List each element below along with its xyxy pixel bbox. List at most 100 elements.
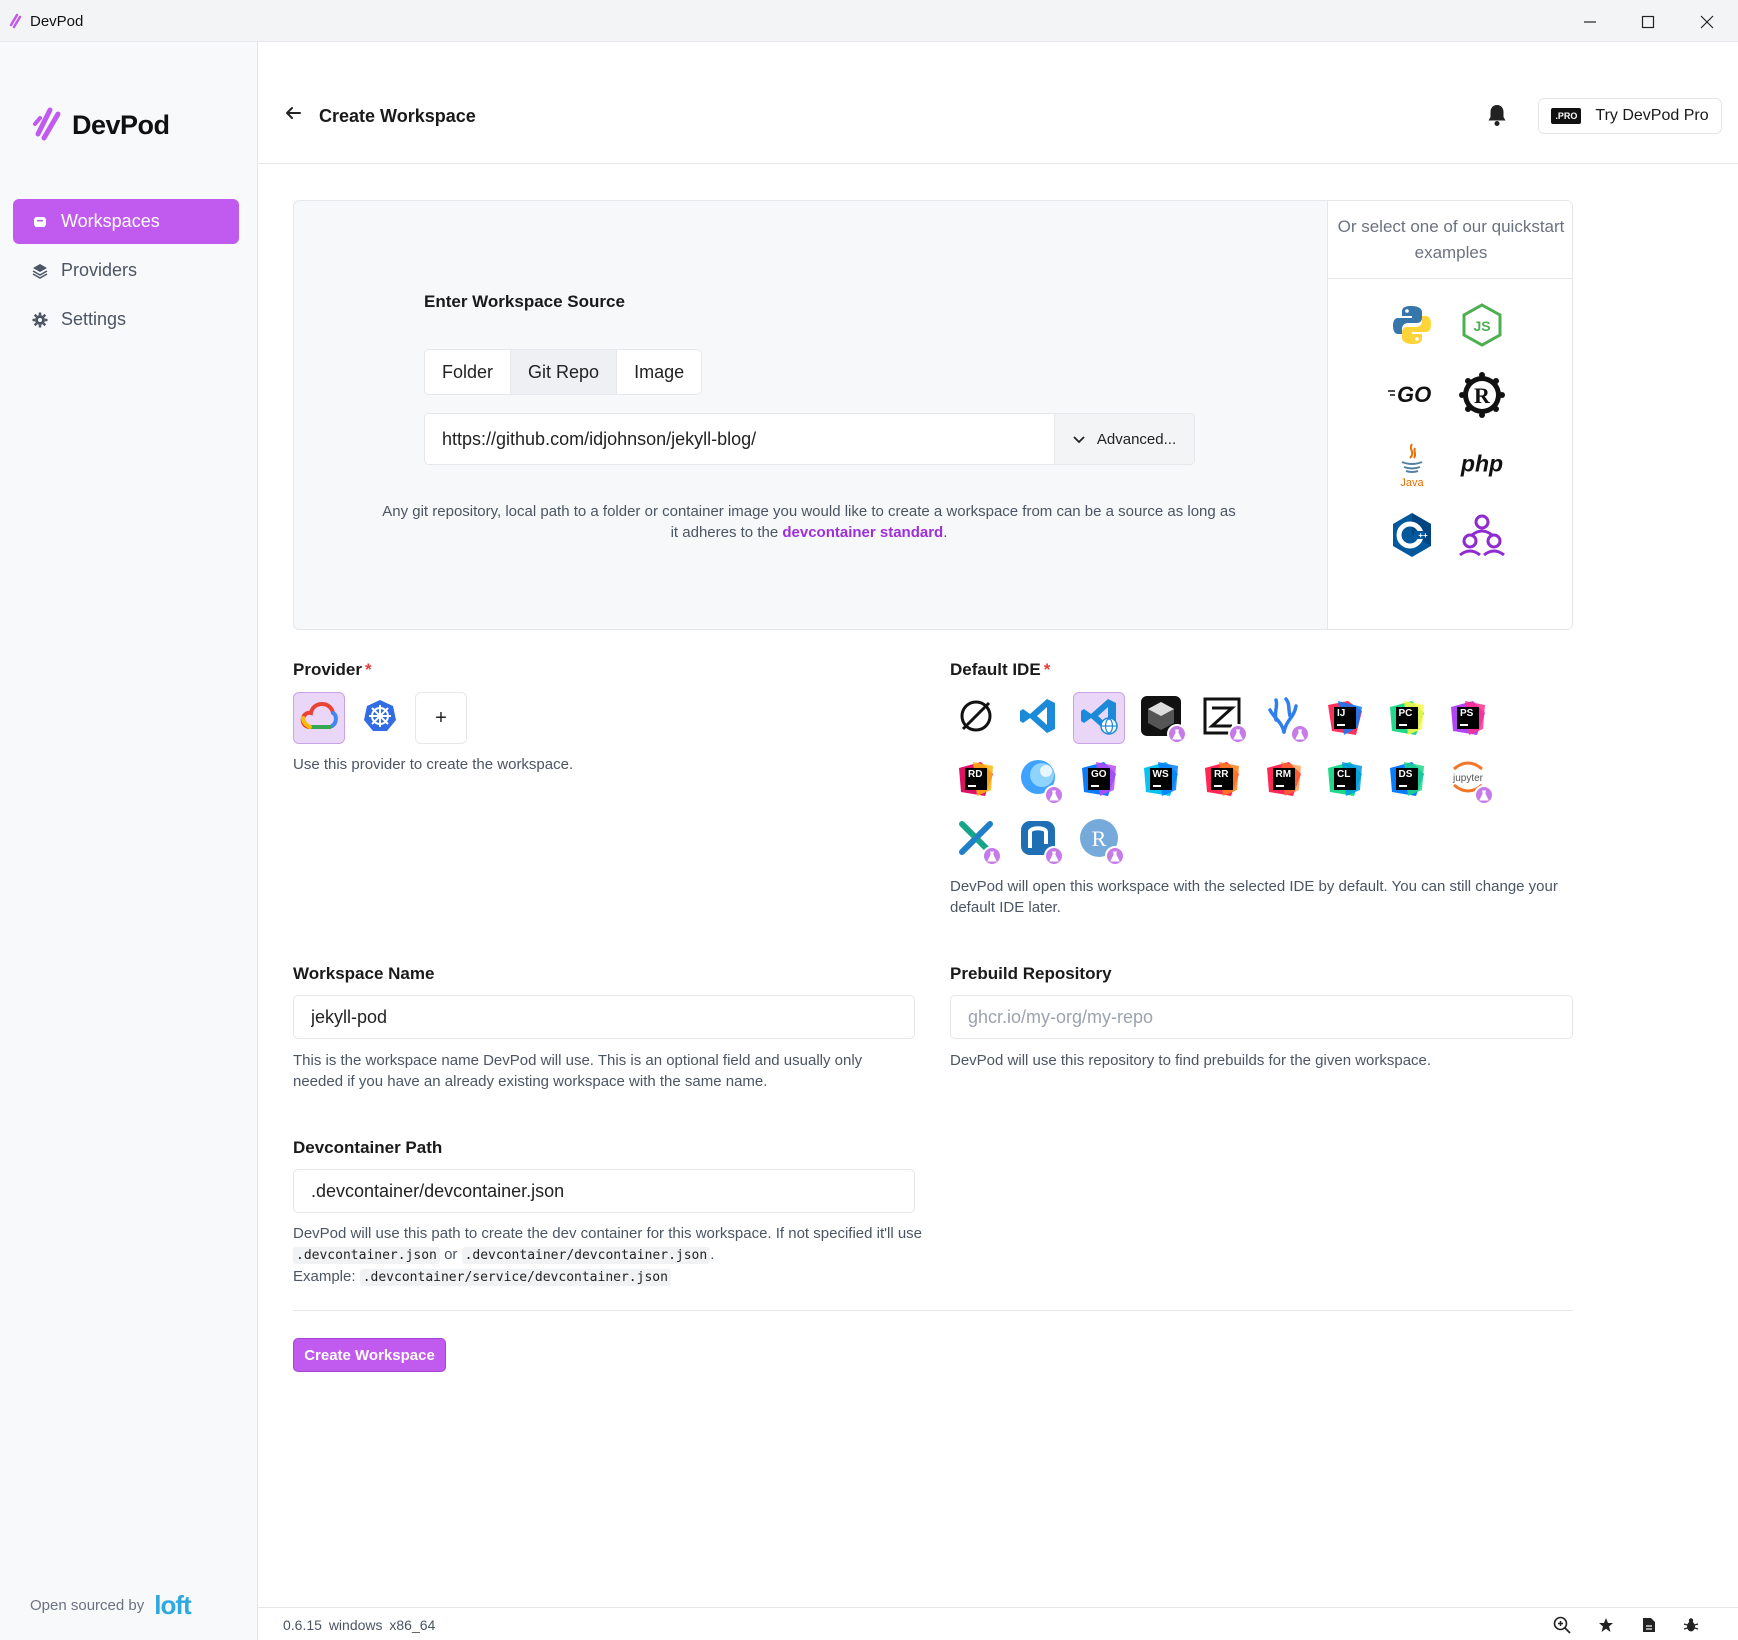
rubymine-abbr: RM [1272, 768, 1295, 790]
ide-codium[interactable] [1258, 692, 1310, 744]
go-icon[interactable]: GO [1388, 371, 1436, 419]
devcontainer-help-text: DevPod will use this path to create the … [293, 1225, 923, 1242]
try-devpod-pro-button[interactable]: .PRO Try DevPod Pro [1538, 98, 1722, 134]
source-help-text: Any git repository, local path to a fold… [379, 501, 1239, 543]
ide-rider[interactable]: RD [950, 753, 1002, 805]
tab-image[interactable]: Image [616, 350, 701, 394]
page-title: Create Workspace [319, 106, 476, 126]
rustrover-abbr: RR [1211, 768, 1233, 790]
tab-git-repo[interactable]: Git Repo [510, 350, 617, 394]
sidebar-item-providers[interactable]: Providers [13, 248, 239, 293]
tab-folder[interactable]: Folder [425, 350, 510, 394]
devcontainer-standard-link[interactable]: devcontainer standard [782, 524, 943, 541]
python-icon[interactable] [1388, 301, 1436, 349]
provider-kubernetes[interactable] [354, 692, 406, 744]
bug-icon[interactable] [1682, 1616, 1700, 1634]
ide-fleet[interactable] [1012, 753, 1064, 805]
open-sourced-label: Open sourced by [30, 1597, 145, 1614]
ide-label: Default IDE * [950, 660, 1050, 680]
ide-intellij[interactable]: IJ [1319, 692, 1371, 744]
google-cloud-icon [300, 701, 338, 736]
provider-label: Provider * [293, 660, 372, 680]
ide-webstorm[interactable]: WS [1135, 753, 1187, 805]
devcontainer-path-help: DevPod will use this path to create the … [293, 1225, 923, 1286]
ide-vscode-browser[interactable] [1073, 692, 1125, 744]
ide-none[interactable] [950, 692, 1002, 744]
ide-rstudio[interactable]: R [1073, 814, 1125, 866]
pro-badge: .PRO [1551, 108, 1582, 124]
ide-openvscode[interactable] [1012, 814, 1064, 866]
svg-text:GO: GO [1397, 382, 1431, 407]
goland-abbr: GO [1088, 768, 1110, 790]
source-type-tabs: Folder Git Repo Image [424, 349, 703, 395]
rider-icon: RD [959, 762, 993, 796]
try-pro-label: Try DevPod Pro [1595, 107, 1709, 124]
ide-dataspell[interactable]: DS [1381, 753, 1433, 805]
source-heading: Enter Workspace Source [424, 292, 625, 311]
devcontainer-help-example: Example: [293, 1268, 356, 1285]
sidebar-item-label: Workspaces [61, 211, 160, 231]
advanced-button[interactable]: Advanced... [1054, 414, 1194, 464]
maximize-button[interactable] [1622, 4, 1674, 40]
source-url-input[interactable] [425, 414, 1054, 464]
community-icon[interactable] [1458, 511, 1506, 559]
clion-icon: CL [1328, 762, 1362, 796]
window-titlebar: DevPod [0, 0, 1738, 42]
devpod-logo-icon [32, 104, 66, 147]
vscode-browser-icon [1079, 696, 1119, 741]
workspace-name-label: Workspace Name [293, 964, 435, 983]
devpod-logo[interactable]: DevPod [32, 104, 170, 147]
add-provider-button[interactable]: + [415, 692, 467, 744]
create-workspace-button[interactable]: Create Workspace [293, 1338, 446, 1372]
loft-logo[interactable]: loft [154, 1590, 191, 1621]
open-sourced-by: Open sourced by loft [30, 1590, 192, 1621]
star-icon[interactable] [1597, 1616, 1615, 1634]
chevron-down-icon [1073, 431, 1085, 448]
ide-vscode[interactable] [1012, 692, 1064, 744]
sidebar-item-workspaces[interactable]: Workspaces [13, 199, 239, 244]
required-mark: * [1043, 660, 1051, 679]
ide-clion[interactable]: CL [1319, 753, 1371, 805]
experimental-flask-icon [1105, 846, 1125, 866]
document-icon[interactable] [1640, 1616, 1658, 1634]
rustrover-icon: RR [1205, 762, 1239, 796]
sidebar-item-label: Settings [61, 309, 127, 329]
zoom-in-icon[interactable] [1553, 1616, 1571, 1634]
ide-rustrover[interactable]: RR [1196, 753, 1248, 805]
back-arrow-icon[interactable] [284, 104, 302, 127]
ide-goland[interactable]: GO [1073, 753, 1125, 805]
bell-icon[interactable] [1486, 103, 1508, 132]
devcontainer-help-or: or [444, 1246, 458, 1263]
nodejs-icon[interactable]: JS [1458, 301, 1506, 349]
workspace-source-card: Enter Workspace Source Folder Git Repo I… [293, 200, 1573, 630]
quickstart-title: Or select one of our quickstart examples [1328, 201, 1572, 279]
ide-jupyter[interactable]: jupyter [1442, 753, 1494, 805]
ide-zed[interactable] [1196, 692, 1248, 744]
provider-gcloud[interactable] [293, 692, 345, 744]
intellij-icon: IJ [1328, 701, 1362, 735]
ide-grid: IJ PC PS RD GO WS RR RM CL DS jupyter R [950, 692, 1494, 866]
ide-positron[interactable] [950, 814, 1002, 866]
devcontainer-path-input[interactable] [293, 1169, 915, 1213]
experimental-flask-icon [1043, 785, 1064, 805]
close-window-button[interactable] [1681, 4, 1733, 40]
sidebar-item-settings[interactable]: Settings [13, 297, 239, 342]
ide-label-text: Default IDE [950, 660, 1041, 679]
cpp-icon[interactable]: ++ [1388, 511, 1436, 559]
prebuild-repo-input[interactable] [950, 995, 1573, 1039]
svg-text:R: R [1474, 383, 1491, 408]
ide-pycharm[interactable]: PC [1381, 692, 1433, 744]
java-icon[interactable]: Java [1388, 441, 1436, 489]
minimize-button[interactable] [1564, 4, 1616, 40]
workspace-name-input[interactable] [293, 995, 915, 1039]
ide-phpstorm[interactable]: PS [1442, 692, 1494, 744]
ide-cursor[interactable] [1135, 692, 1187, 744]
ide-rubymine[interactable]: RM [1258, 753, 1310, 805]
rust-icon[interactable]: R [1458, 371, 1506, 419]
r-label: R [1092, 826, 1107, 851]
quickstart-grid: JS GO R Java php ++ [1388, 301, 1506, 559]
devcontainer-path-label: Devcontainer Path [293, 1138, 443, 1157]
dataspell-abbr: DS [1395, 768, 1418, 790]
php-icon[interactable]: php [1458, 441, 1506, 489]
rubymine-icon: RM [1266, 762, 1301, 796]
